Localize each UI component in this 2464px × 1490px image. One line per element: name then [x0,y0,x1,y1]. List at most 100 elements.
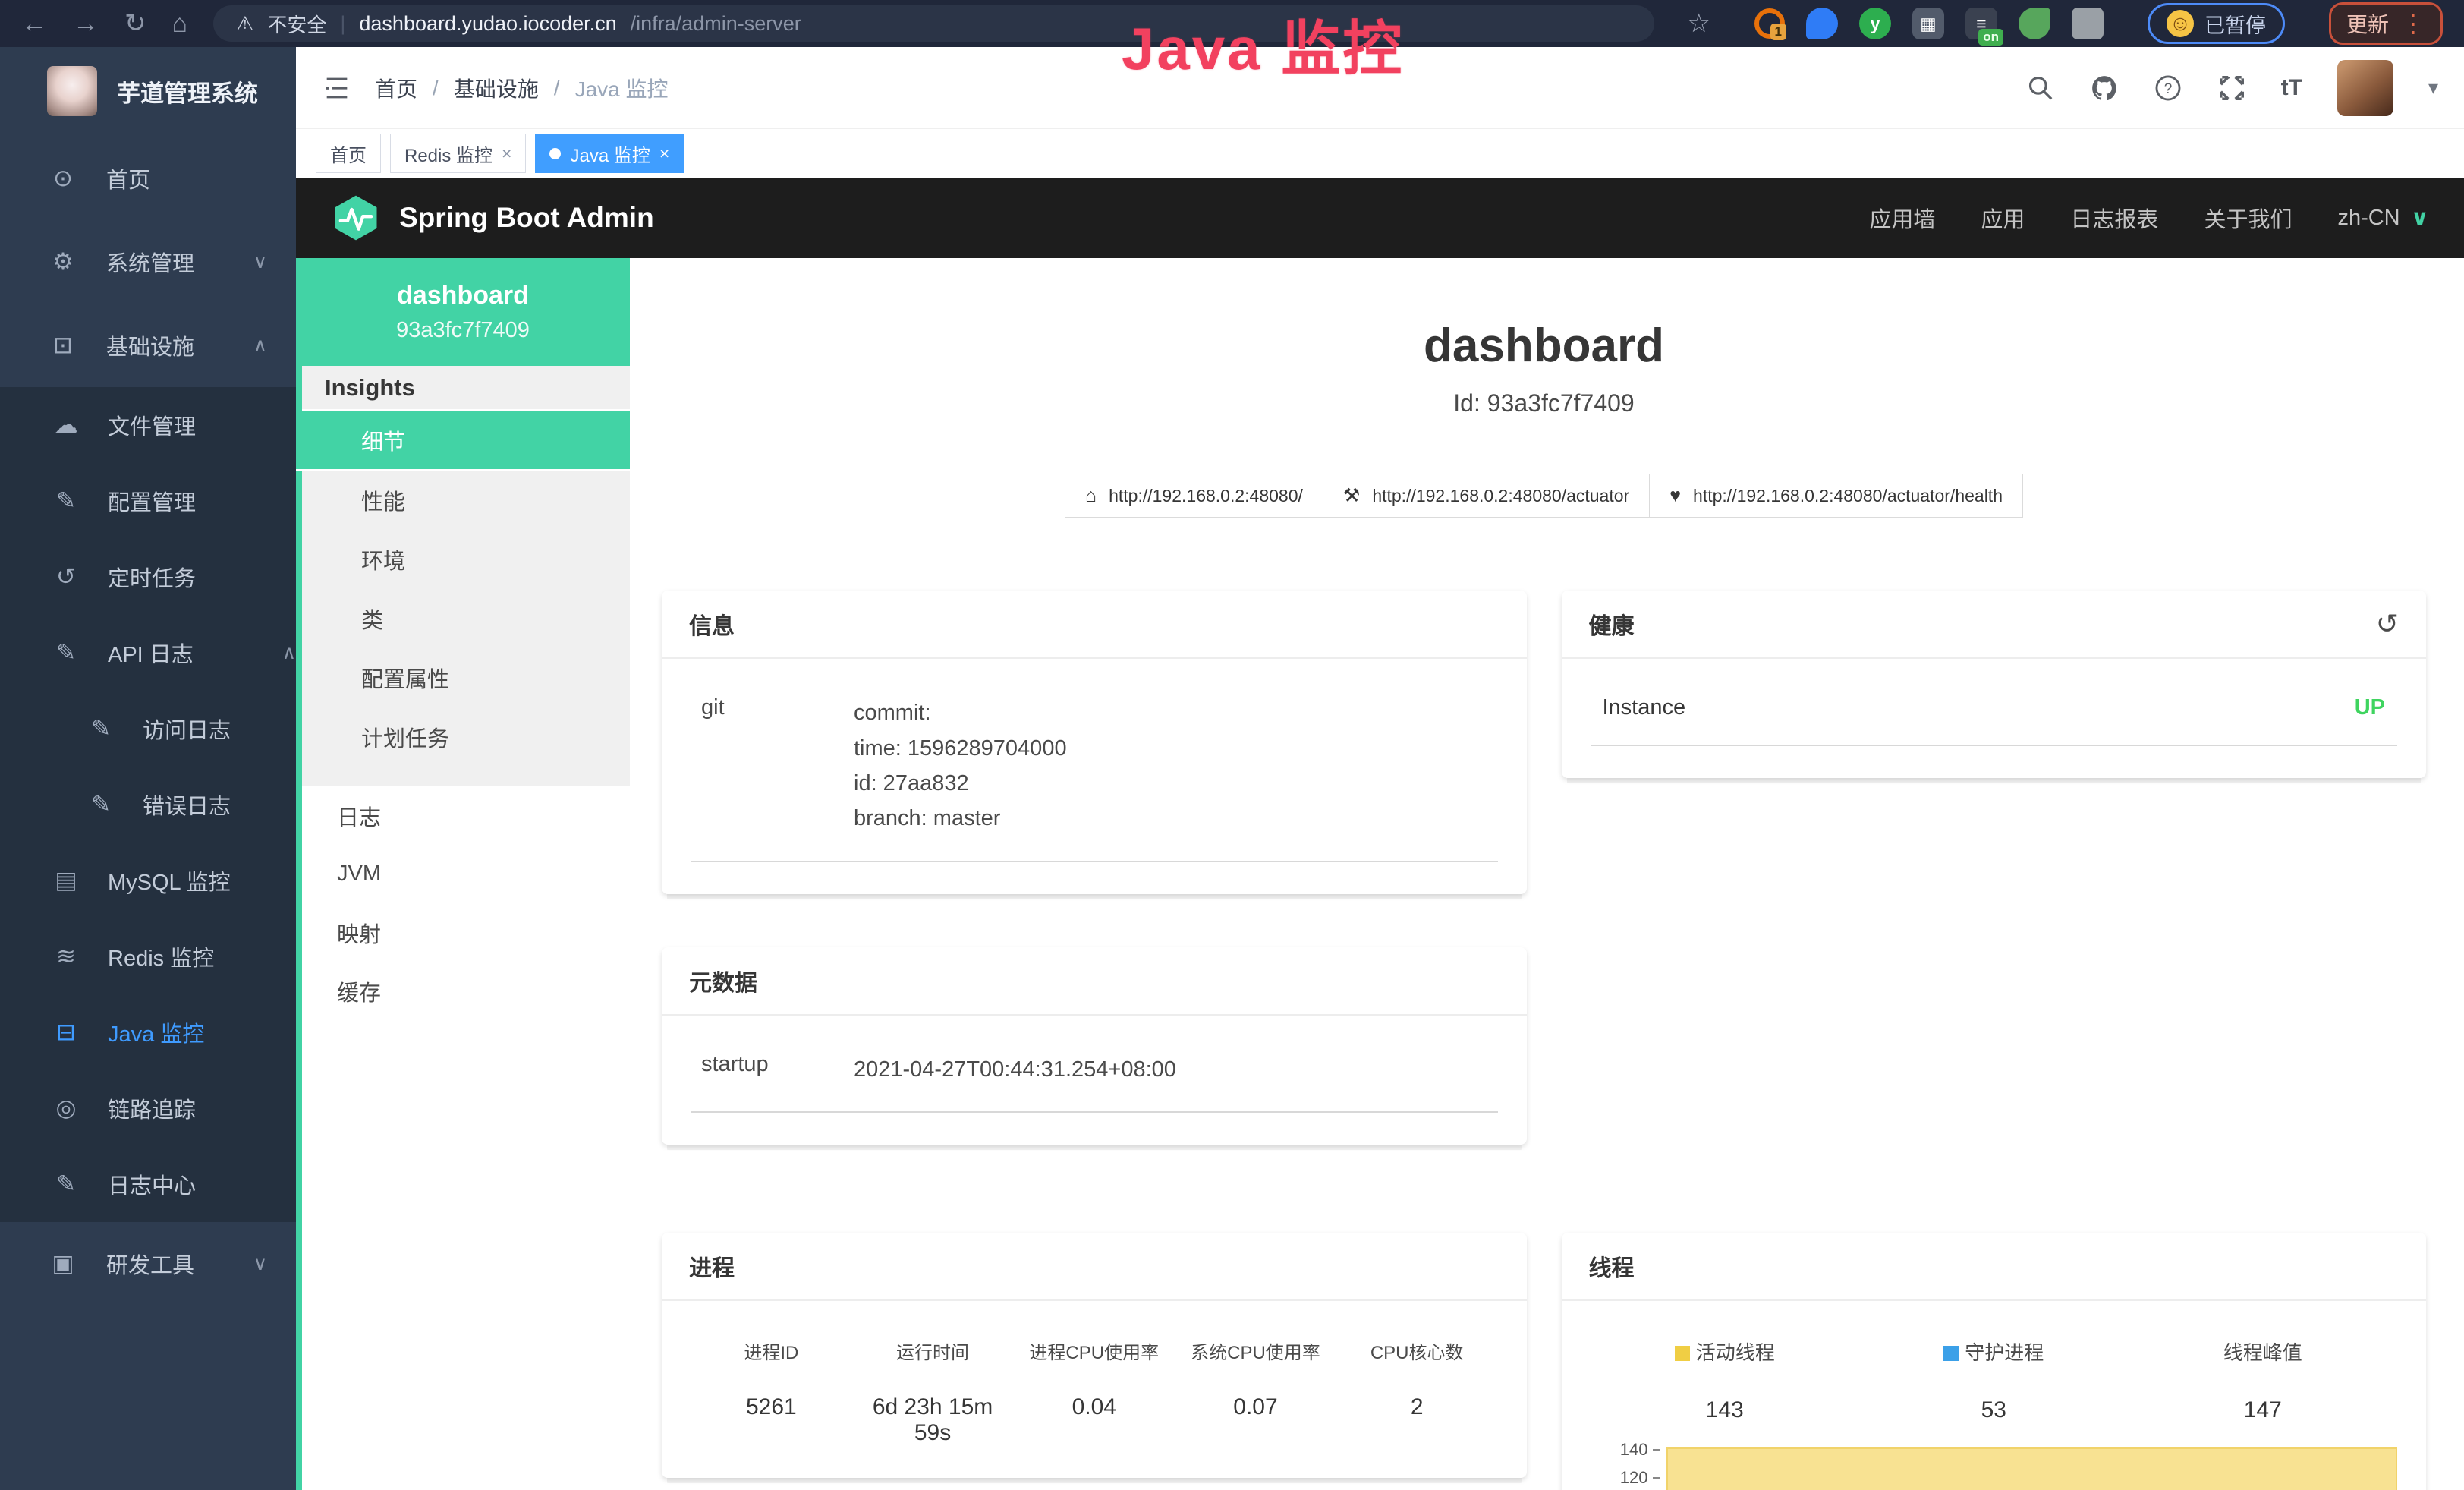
sidebar-item-file-manage[interactable]: ☁ 文件管理 [0,387,296,463]
browser-menu-icon[interactable]: ⋮ [2401,9,2425,38]
back-icon[interactable]: ← [21,11,47,36]
close-icon[interactable]: × [502,143,511,164]
sba-item-environment[interactable]: 环境 [302,530,630,589]
tab-java-monitor[interactable]: Java 监控 × [535,134,684,173]
sidebar-item-infra[interactable]: ⊡ 基础设施 ∧ [0,304,296,387]
sidebar-item-access-log[interactable]: ✎ 访问日志 [0,691,296,767]
sidebar-item-label: Java 监控 [108,1016,204,1048]
sidebar-item-dev-tools[interactable]: ▣ 研发工具 ∨ [0,1222,296,1306]
breadcrumb-infra[interactable]: 基础设施 [454,73,539,103]
threads-legend: 活动线程143 守护进程53 线程峰值147 [1591,1337,2398,1423]
sidebar-item-system[interactable]: ⚙ 系统管理 ∨ [0,220,296,304]
sidebar-item-config-manage[interactable]: ✎ 配置管理 [0,463,296,539]
url-path: /infra/admin-server [631,12,801,36]
github-icon[interactable] [2090,74,2119,102]
sba-item-config-props[interactable]: 配置属性 [302,648,630,707]
actuator-url-button[interactable]: ⚒ http://192.168.0.2:48080/actuator [1323,474,1650,518]
legend-label: 线程峰值 [2223,1341,2302,1364]
sidebar-item-home[interactable]: ⊙ 首页 [0,137,296,220]
sidebar-item-trace[interactable]: ◎ 链路追踪 [0,1070,296,1146]
info-card-title: 信息 [689,607,735,641]
sba-brand[interactable]: Spring Boot Admin [331,193,654,243]
breadcrumb-separator: / [433,76,439,100]
sidebar-submenu-infra: ☁ 文件管理 ✎ 配置管理 ↺ 定时任务 ✎ API 日志 ∧ [0,387,296,1222]
forward-icon[interactable]: → [73,11,99,36]
page-title: dashboard [662,319,2426,373]
sidebar-item-api-log[interactable]: ✎ API 日志 ∧ [0,615,296,691]
heart-icon: ♥ [1669,485,1681,507]
health-history-icon[interactable]: ↺ [2376,608,2399,640]
sba-item-logging[interactable]: 日志 [302,786,630,845]
reload-icon[interactable]: ↻ [124,11,146,36]
instance-id: 93a3fc7f7409 [396,318,530,343]
browser-update-button[interactable]: 更新 ⋮ [2329,2,2443,45]
sba-item-metrics[interactable]: 性能 [302,471,630,530]
tab-home[interactable]: 首页 [316,134,381,173]
close-icon[interactable]: × [659,143,669,164]
sba-item-jvm[interactable]: JVM [302,845,630,903]
address-bar[interactable]: ⚠ 不安全 | dashboard.yudao.iocoder.cn/infra… [213,5,1654,42]
service-url-button[interactable]: ⌂ http://192.168.0.2:48080/ [1065,474,1323,518]
sidebar-item-redis-monitor[interactable]: ≋ Redis 监控 [0,918,296,994]
active-dot [549,148,561,159]
sidebar-item-java-monitor[interactable]: ⊟ Java 监控 [0,994,296,1070]
breadcrumb-home[interactable]: 首页 [375,73,417,103]
search-icon[interactable] [2026,74,2055,102]
bookmark-star-icon[interactable]: ☆ [1688,8,1710,39]
fullscreen-icon[interactable] [2217,74,2246,102]
home-icon[interactable]: ⌂ [172,11,188,36]
hamburger-icon[interactable] [322,73,352,103]
sidebar-item-scheduled-job[interactable]: ↺ 定时任务 [0,539,296,615]
url-divider: | [340,12,345,36]
user-caret-icon[interactable]: ▾ [2428,76,2438,99]
tab-redis-monitor[interactable]: Redis 监控 × [390,134,526,173]
gear-icon: ⚙ [47,248,79,276]
sba-item-classes[interactable]: 类 [302,589,630,648]
help-icon[interactable]: ? [2154,74,2182,102]
sidebar-item-label: 定时任务 [108,561,196,593]
extension-icon[interactable]: ≡on [1965,8,1997,39]
sba-content: dashboard Id: 93a3fc7f7409 ⌂ http://192.… [630,258,2464,1490]
not-secure-label[interactable]: 不安全 [267,10,326,38]
sba-locale-select[interactable]: zh-CN ∨ [2337,205,2429,232]
extension-icon[interactable]: ▦ [1912,8,1944,39]
not-secure-icon: ⚠ [236,12,253,36]
status-badge: UP [2355,695,2385,720]
sidebar-item-label: 研发工具 [106,1248,194,1280]
extension-icon[interactable] [1806,8,1838,39]
sba-instance-header[interactable]: dashboard 93a3fc7f7409 [296,258,630,366]
legend-value: 53 [1859,1397,2129,1423]
tab-label: Redis 监控 [404,140,492,167]
tab-label: Java 监控 [570,140,650,167]
sidebar-item-label: MySQL 监控 [108,865,231,896]
user-avatar[interactable] [2337,60,2393,116]
sba-nav-wall[interactable]: 应用墙 [1869,202,1935,234]
sba-nav-applications[interactable]: 应用 [1981,202,2025,234]
sba-logo-icon [331,193,381,243]
edit-square-icon: ✎ [85,715,117,742]
health-url-button[interactable]: ♥ http://192.168.0.2:48080/actuator/heal… [1649,474,2023,518]
process-col-value: 0.04 [1013,1394,1175,1420]
sba-item-caches[interactable]: 缓存 [302,962,630,1020]
extension-icon[interactable]: 1 [1754,8,1785,39]
threads-chart: 140 120 100 [1591,1443,2398,1490]
insights-section: Insights 细节 性能 环境 类 配置属性 计划任务 [302,366,630,786]
extension-icon[interactable] [2019,8,2050,39]
sba-item-details[interactable]: 细节 [296,411,630,471]
sba-nav-about[interactable]: 关于我们 [2204,202,2292,234]
sba-item-scheduled-tasks[interactable]: 计划任务 [302,707,630,767]
extension-icon[interactable]: y [1859,8,1891,39]
sba-nav-journal[interactable]: 日志报表 [2070,202,2158,234]
profile-paused-chip[interactable]: ☺ 已暂停 [2148,3,2285,44]
sidebar-item-label: 链路追踪 [108,1092,196,1124]
health-url: http://192.168.0.2:48080/actuator/health [1693,486,2003,506]
extension-badge: 1 [1770,24,1786,40]
topbar-actions: ? tT ▾ [2026,60,2438,116]
sidebar-item-mysql-monitor[interactable]: ▤ MySQL 监控 [0,843,296,918]
sba-item-mappings[interactable]: 映射 [302,903,630,962]
extension-puzzle-icon[interactable] [2072,8,2104,39]
sidebar-item-error-log[interactable]: ✎ 错误日志 [0,767,296,843]
sidebar-item-log-center[interactable]: ✎ 日志中心 [0,1146,296,1222]
process-col-label: 进程ID [691,1337,852,1364]
font-size-icon[interactable]: tT [2281,75,2302,101]
